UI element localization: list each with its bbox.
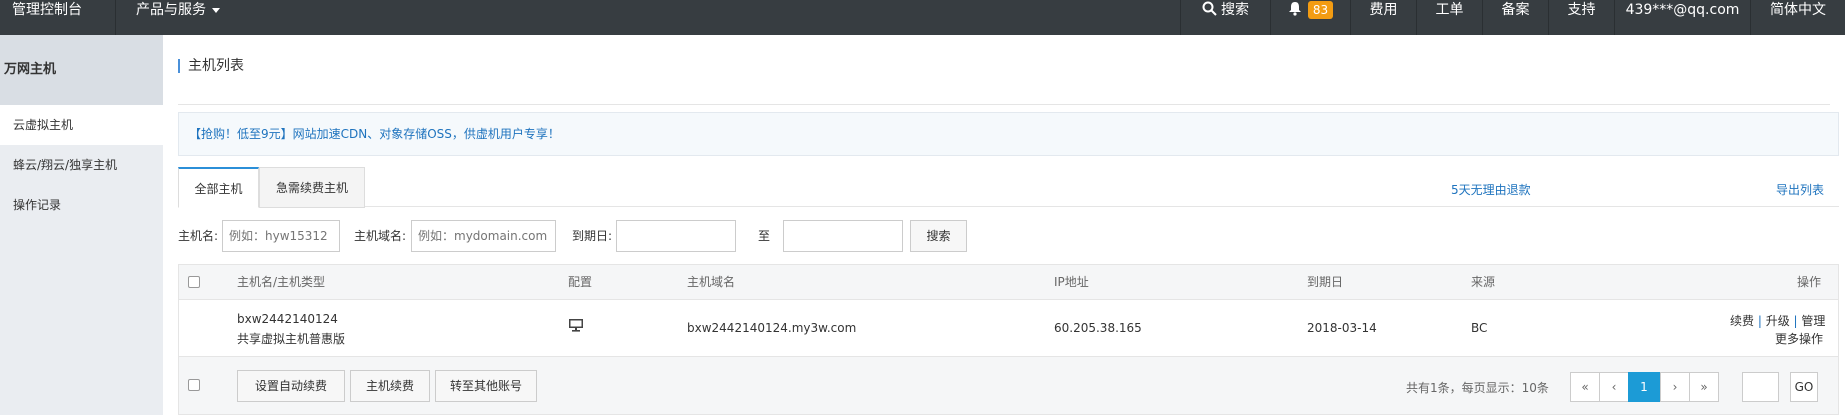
column-header-ip: IP地址 bbox=[1054, 275, 1089, 289]
title-divider bbox=[178, 104, 1830, 105]
action-separator: | bbox=[1789, 314, 1802, 328]
products-menu-label: 产品与服务 bbox=[136, 2, 206, 18]
host-name-label: 主机名: bbox=[178, 229, 219, 243]
expire-date-start-input[interactable] bbox=[616, 220, 736, 252]
search-icon bbox=[1202, 1, 1217, 16]
notification-count-badge: 83 bbox=[1307, 1, 1334, 19]
table-row: bxw2442140124 共享虚拟主机普惠版 bxw2442140124.my… bbox=[178, 300, 1839, 357]
action-separator: | bbox=[1754, 314, 1766, 328]
host-domain-label: 主机域名: bbox=[354, 229, 407, 243]
table-header: 主机名/主机类型 配置 主机域名 IP地址 到期日 来源 操作 bbox=[178, 264, 1839, 300]
column-header-config: 配置 bbox=[568, 275, 593, 289]
tab-renew-urgent[interactable]: 急需续费主机 bbox=[259, 167, 365, 208]
host-domain: bxw2442140124.my3w.com bbox=[687, 321, 857, 335]
page-title: 主机列表 bbox=[178, 59, 244, 73]
search-link-label: 搜索 bbox=[1221, 2, 1249, 18]
table-footer: 设置自动续费 主机续费 转至其他账号 共有1条，每页显示：10条 « ‹ 1 ›… bbox=[178, 357, 1839, 415]
language-menu[interactable]: 简体中文 bbox=[1750, 0, 1845, 35]
auto-renew-button[interactable]: 设置自动续费 bbox=[237, 370, 345, 402]
pagination-summary: 共有1条，每页显示：10条 bbox=[1406, 381, 1549, 395]
products-menu[interactable]: 产品与服务 bbox=[115, 0, 240, 35]
host-domain-input[interactable] bbox=[411, 220, 556, 252]
go-button[interactable]: GO bbox=[1790, 372, 1818, 402]
filter-bar: 主机名: 主机域名: 到期日: 至 搜索 bbox=[178, 220, 1178, 252]
sidebar-item-operation-log[interactable]: 操作记录 bbox=[0, 185, 163, 225]
config-icon[interactable] bbox=[568, 318, 584, 336]
promo-banner[interactable]: 【抢购！低至9元】网站加速CDN、对象存储OSS，供虚机用户专享！ bbox=[178, 112, 1839, 156]
search-button[interactable]: 搜索 bbox=[910, 220, 967, 252]
select-all-checkbox[interactable] bbox=[188, 276, 200, 288]
fees-link[interactable]: 费用 bbox=[1350, 0, 1416, 35]
next-page-button[interactable]: › bbox=[1660, 372, 1690, 402]
expire-date-label: 到期日: bbox=[572, 229, 613, 243]
transfer-account-button[interactable]: 转至其他账号 bbox=[435, 370, 537, 402]
notifications-button[interactable]: 83 bbox=[1270, 0, 1350, 35]
sidebar-title: 万网主机 bbox=[0, 35, 163, 105]
column-header-source: 来源 bbox=[1471, 275, 1496, 289]
expire-date-end-input[interactable] bbox=[783, 220, 903, 252]
column-header-host: 主机名/主机类型 bbox=[237, 275, 326, 289]
host-source: BC bbox=[1471, 321, 1488, 335]
search-link[interactable]: 搜索 bbox=[1180, 0, 1270, 35]
last-page-button[interactable]: » bbox=[1689, 372, 1719, 402]
host-tabs: 全部主机 急需续费主机 5天无理由退款 导出列表 bbox=[178, 167, 1839, 208]
refund-link[interactable]: 5天无理由退款 bbox=[1451, 181, 1531, 198]
account-menu[interactable]: 439***@qq.com bbox=[1614, 0, 1750, 35]
host-name-link[interactable]: bxw2442140124 bbox=[237, 312, 338, 326]
row-actions: 续费 | 升级 | 管理 bbox=[1730, 312, 1825, 329]
manage-link[interactable]: 管理 bbox=[1801, 314, 1825, 328]
bell-icon bbox=[1288, 2, 1301, 16]
sidebar: 万网主机 云虚拟主机 蜂云/翔云/独享主机 操作记录 bbox=[0, 35, 163, 415]
main-content: 主机列表 【抢购！低至9元】网站加速CDN、对象存储OSS，供虚机用户专享！ 全… bbox=[163, 35, 1845, 415]
host-ip: 60.205.38.165 bbox=[1054, 321, 1142, 335]
column-header-domain: 主机域名 bbox=[687, 275, 736, 289]
support-link[interactable]: 支持 bbox=[1548, 0, 1614, 35]
tickets-link[interactable]: 工单 bbox=[1416, 0, 1482, 35]
console-home-link[interactable]: 管理控制台 bbox=[0, 0, 115, 35]
column-header-actions: 操作 bbox=[1797, 275, 1822, 289]
column-header-expire: 到期日 bbox=[1307, 275, 1344, 289]
host-renew-button[interactable]: 主机续费 bbox=[350, 370, 430, 402]
renew-link[interactable]: 续费 bbox=[1730, 314, 1754, 328]
host-expire-date: 2018-03-14 bbox=[1307, 321, 1377, 335]
sidebar-item-virtual-host[interactable]: 云虚拟主机 bbox=[0, 105, 163, 145]
top-navbar: 管理控制台 产品与服务 搜索 83 费用 工单 备案 支持 439***@qq.… bbox=[0, 0, 1845, 35]
date-range-separator: 至 bbox=[758, 229, 771, 243]
sidebar-item-dedicated-host[interactable]: 蜂云/翔云/独享主机 bbox=[0, 145, 163, 185]
tab-all-hosts[interactable]: 全部主机 bbox=[178, 167, 259, 208]
prev-page-button[interactable]: ‹ bbox=[1599, 372, 1629, 402]
first-page-button[interactable]: « bbox=[1570, 372, 1600, 402]
upgrade-link[interactable]: 升级 bbox=[1766, 314, 1790, 328]
caret-down-icon bbox=[212, 7, 220, 13]
page-number-input[interactable] bbox=[1742, 372, 1779, 402]
export-list-link[interactable]: 导出列表 bbox=[1776, 181, 1824, 198]
host-type: 共享虚拟主机普惠版 bbox=[237, 332, 346, 346]
page-1-button[interactable]: 1 bbox=[1628, 372, 1660, 402]
select-all-footer-checkbox[interactable] bbox=[188, 379, 200, 391]
more-actions-link[interactable]: 更多操作 bbox=[1775, 330, 1823, 347]
host-name-input[interactable] bbox=[222, 220, 340, 252]
filing-link[interactable]: 备案 bbox=[1482, 0, 1548, 35]
